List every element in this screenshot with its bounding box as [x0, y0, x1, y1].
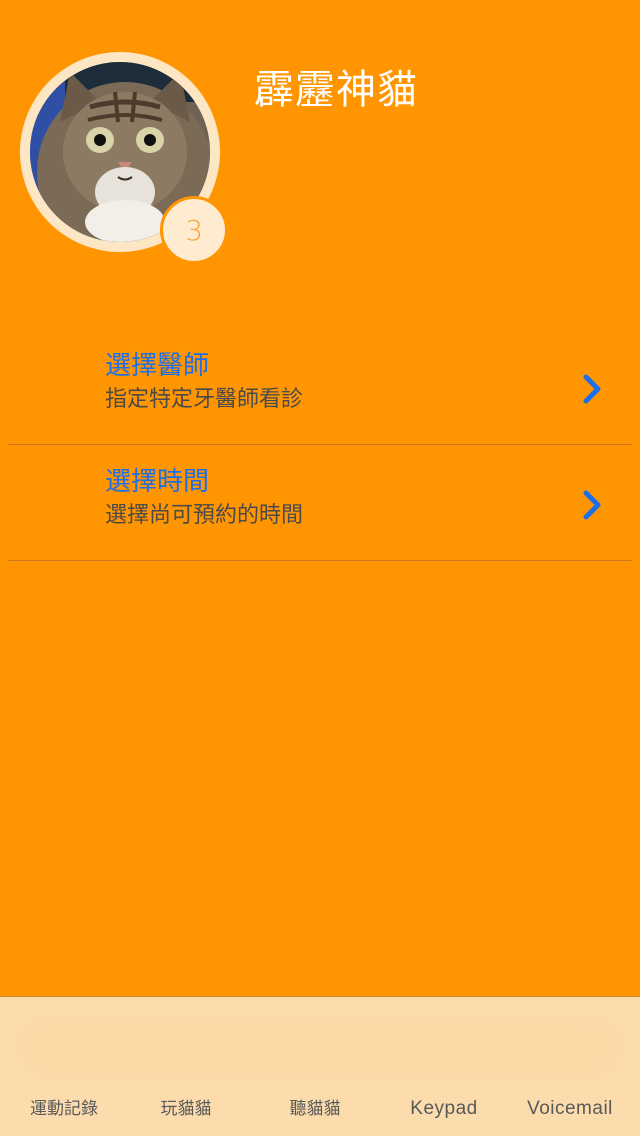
- chevron-right-icon: [583, 374, 601, 404]
- badge-count: 3: [185, 213, 203, 247]
- menu-item-select-doctor[interactable]: 選擇醫師 指定特定牙醫師看診: [8, 330, 632, 445]
- menu-item-select-time[interactable]: 選擇時間 選擇尚可預約的時間: [8, 446, 632, 561]
- options-menu: 選擇醫師 指定特定牙醫師看診 選擇時間 選擇尚可預約的時間: [8, 330, 632, 561]
- tab-exercise-log[interactable]: 運動記錄: [0, 1097, 128, 1121]
- tab-listen-cat[interactable]: 聽貓貓: [251, 1097, 379, 1121]
- notification-badge: 3: [160, 196, 228, 264]
- chevron-right-icon: [583, 490, 601, 520]
- tab-bar: 運動記錄 玩貓貓 聽貓貓 Keypad Voicemail: [0, 996, 640, 1136]
- menu-item-title: 選擇醫師: [105, 351, 210, 381]
- tab-keypad[interactable]: Keypad: [380, 1097, 508, 1121]
- menu-item-title: 選擇時間: [105, 467, 210, 497]
- tab-bar-highlight: [20, 1017, 620, 1077]
- profile-name: 霹靂神貓: [254, 67, 418, 113]
- tab-voicemail[interactable]: Voicemail: [506, 1097, 634, 1121]
- profile-screen: 3 霹靂神貓 選擇醫師 指定特定牙醫師看診 選擇時間 選擇尚可預約的時間 運動記…: [0, 0, 640, 1136]
- tab-play-cat[interactable]: 玩貓貓: [122, 1097, 250, 1121]
- menu-item-subtitle: 選擇尚可預約的時間: [105, 503, 304, 528]
- menu-item-subtitle: 指定特定牙醫師看診: [105, 387, 304, 412]
